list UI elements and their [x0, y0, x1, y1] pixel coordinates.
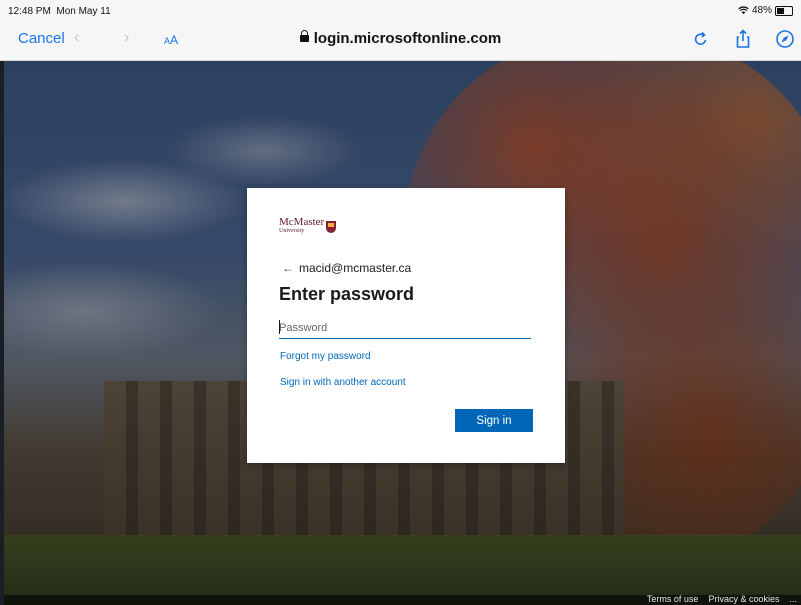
battery-fill — [777, 7, 784, 14]
signin-card: McMaster University ← macid@mcmaster.ca … — [247, 188, 565, 463]
arrow-left-icon[interactable]: ← — [282, 261, 294, 275]
page-title: Enter password — [279, 284, 415, 304]
text-cursor — [279, 320, 280, 334]
browser-toolbar: Cancel ‹ › AA login.microsoftonline.com — [0, 22, 801, 61]
password-input[interactable] — [279, 317, 531, 339]
status-time: 12:48 PM Mon May 11 — [8, 6, 111, 17]
compass-icon[interactable] — [774, 28, 796, 50]
status-bar: 12:48 PM Mon May 11 48% — [0, 0, 801, 22]
status-date-text: Mon May 11 — [56, 6, 111, 17]
battery-percent: 48% — [751, 5, 772, 16]
address-bar[interactable]: login.microsoftonline.com — [0, 30, 801, 47]
terms-link[interactable]: Terms of use — [647, 594, 699, 604]
share-icon[interactable] — [732, 28, 754, 50]
page-footer: Terms of use Privacy & cookies ... — [4, 594, 801, 605]
forgot-password-link[interactable]: Forgot my password — [280, 351, 371, 362]
privacy-link[interactable]: Privacy & cookies — [708, 594, 779, 604]
lock-icon — [299, 30, 309, 42]
identity-email: macid@mcmaster.ca — [299, 261, 412, 275]
shield-icon — [326, 221, 337, 233]
url-text: login.microsoftonline.com — [313, 30, 502, 47]
more-options-button[interactable]: ... — [789, 594, 797, 604]
logo-subname: University — [279, 228, 305, 234]
logo-text: McMaster University — [279, 217, 324, 235]
footer-links: Terms of use Privacy & cookies ... — [647, 594, 797, 604]
reload-icon[interactable] — [690, 28, 712, 50]
battery-icon — [775, 5, 793, 16]
wifi-icon — [738, 6, 749, 15]
mcmaster-logo: McMaster University — [279, 217, 337, 235]
status-right: 48% — [738, 5, 793, 16]
identity-row: ← macid@mcmaster.ca — [282, 261, 411, 275]
sign-in-button[interactable]: Sign in — [455, 409, 533, 432]
another-account-link[interactable]: Sign in with another account — [280, 377, 406, 388]
status-time-text: 12:48 PM — [8, 6, 51, 17]
